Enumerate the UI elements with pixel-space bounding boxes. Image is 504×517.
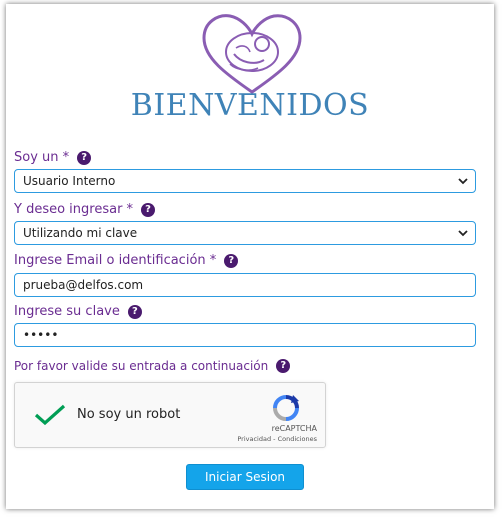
help-icon[interactable]: ? [77,150,92,165]
captcha-prompt: Por favor valide su entrada a continuaci… [14,359,291,373]
password-label-text: Ingrese su clave [14,304,120,319]
help-icon[interactable]: ? [224,253,239,268]
user-type-label-text: Soy un * [14,150,70,165]
page-title: BIENVENIDOS [130,88,370,123]
email-label: Ingrese Email o identificación * ? [14,253,239,268]
privacy-link[interactable]: Privacidad [237,435,271,443]
recaptcha-brand: reCAPTCHA [271,424,317,433]
checkmark-icon[interactable] [33,403,67,427]
access-mode-label-text: Y deseo ingresar * [14,202,134,217]
recaptcha-widget: No soy un robot reCAPTCHA Privacidad - C… [14,382,326,448]
user-type-label: Soy un * ? [14,150,92,165]
help-icon[interactable]: ? [141,202,156,217]
password-field[interactable]: ••••• [14,323,476,347]
help-icon[interactable]: ? [276,359,291,373]
login-panel: BIENVENIDOS Soy un * ? Usuario Interno Y… [6,4,494,509]
email-label-text: Ingrese Email o identificación * [14,253,217,268]
access-mode-label: Y deseo ingresar * ? [14,202,156,217]
baby-heart-logo [202,14,302,94]
chevron-down-icon [458,230,468,237]
email-field[interactable]: prueba@delfos.com [14,273,476,297]
chevron-down-icon [458,178,468,185]
help-icon[interactable]: ? [127,304,142,319]
terms-link[interactable]: Condiciones [278,435,317,443]
password-label: Ingrese su clave ? [14,304,142,319]
user-type-value: Usuario Interno [23,174,116,188]
recaptcha-links: Privacidad - Condiciones [237,435,317,443]
email-value: prueba@delfos.com [23,278,144,292]
password-value: ••••• [23,328,59,342]
access-mode-select[interactable]: Utilizando mi clave [14,221,476,245]
login-button[interactable]: Iniciar Sesion [186,464,304,490]
user-type-select[interactable]: Usuario Interno [14,169,476,193]
background-watermark [126,44,135,82]
recaptcha-label: No soy un robot [77,407,181,422]
recaptcha-logo-icon [273,395,299,421]
access-mode-value: Utilizando mi clave [23,226,138,240]
captcha-prompt-text: Por favor valide su entrada a continuaci… [14,359,269,373]
